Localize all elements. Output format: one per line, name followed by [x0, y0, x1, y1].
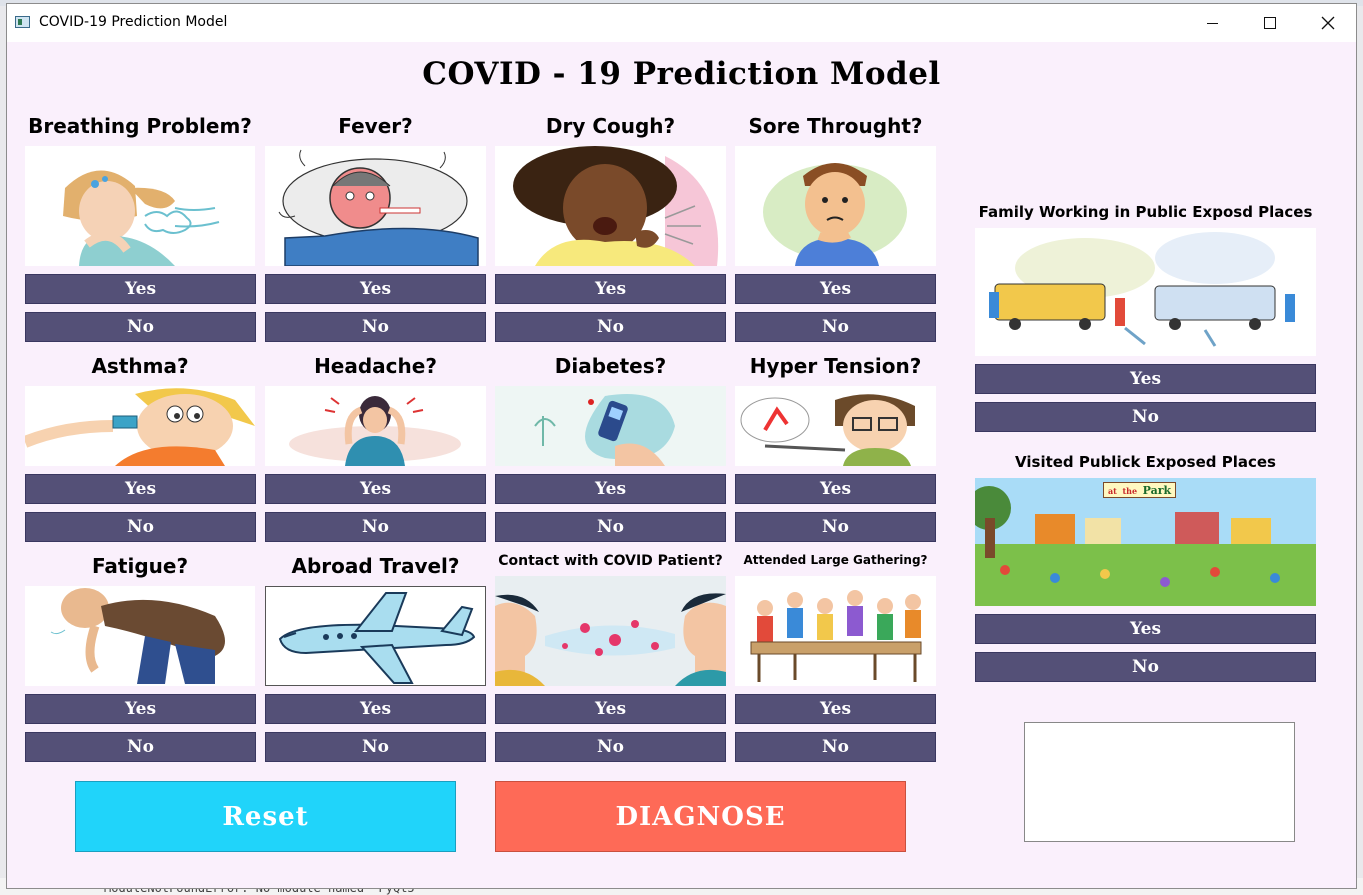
diabetes-image [495, 386, 726, 466]
sore-throat-no-button[interactable]: No [735, 312, 936, 342]
abroad-travel-question: Abroad Travel? [291, 554, 460, 578]
diabetes-no-button[interactable]: No [495, 512, 726, 542]
large-gathering-yes-button[interactable]: Yes [735, 694, 936, 724]
contact-covid-image [495, 576, 726, 686]
maximize-button[interactable] [1241, 4, 1299, 42]
headache-image [265, 386, 486, 466]
minimize-button[interactable] [1183, 4, 1241, 42]
large-gathering-question: Attended Large Gathering? [743, 553, 928, 567]
hypertension-image [735, 386, 936, 466]
headache-no-button[interactable]: No [265, 512, 486, 542]
asthma-question: Asthma? [91, 354, 189, 378]
headache-yes-button[interactable]: Yes [265, 474, 486, 504]
sore-throat-question: Sore Throught? [748, 114, 923, 138]
abroad-travel-image [265, 586, 486, 686]
headache-question: Headache? [314, 354, 437, 378]
dry-cough-question: Dry Cough? [545, 114, 676, 138]
fever-image [265, 146, 486, 266]
fever-question: Fever? [338, 114, 413, 138]
close-button[interactable] [1299, 4, 1357, 42]
dry-cough-image [495, 146, 726, 266]
park-sign: at the Park [1103, 482, 1177, 498]
abroad-travel-yes-button[interactable]: Yes [265, 694, 486, 724]
title-bar: COVID-19 Prediction Model [7, 4, 1356, 42]
fever-no-button[interactable]: No [265, 312, 486, 342]
park-sign-the: the [1122, 486, 1138, 496]
diabetes-yes-button[interactable]: Yes [495, 474, 726, 504]
fatigue-image [25, 586, 255, 686]
page-title: COVID - 19 Prediction Model [422, 56, 941, 92]
fatigue-no-button[interactable]: No [25, 732, 256, 762]
window-title: COVID-19 Prediction Model [39, 14, 228, 30]
visited-public-yes-button[interactable]: Yes [975, 614, 1316, 644]
park-sign-at: at [1108, 486, 1117, 496]
large-gathering-image [735, 576, 936, 686]
sore-throat-yes-button[interactable]: Yes [735, 274, 936, 304]
family-public-image [975, 228, 1316, 356]
maximize-icon [1264, 17, 1276, 29]
abroad-travel-no-button[interactable]: No [265, 732, 486, 762]
asthma-yes-button[interactable]: Yes [25, 474, 256, 504]
app-icon [15, 16, 30, 28]
family-public-question: Family Working in Public Exposd Places [978, 203, 1313, 221]
sore-throat-image [735, 146, 936, 266]
contact-covid-no-button[interactable]: No [495, 732, 726, 762]
app-window: COVID-19 Prediction Model COVID - 19 Pre… [6, 3, 1357, 889]
large-gathering-no-button[interactable]: No [735, 732, 936, 762]
reset-button[interactable]: Reset [75, 781, 456, 852]
family-public-no-button[interactable]: No [975, 402, 1316, 432]
breathing-question: Breathing Problem? [28, 114, 252, 138]
hypertension-no-button[interactable]: No [735, 512, 936, 542]
visited-public-question: Visited Publick Exposed Places [1015, 453, 1276, 471]
family-public-yes-button[interactable]: Yes [975, 364, 1316, 394]
asthma-image [25, 386, 255, 466]
contact-covid-question: Contact with COVID Patient? [498, 553, 723, 569]
dry-cough-yes-button[interactable]: Yes [495, 274, 726, 304]
park-sign-park: Park [1142, 484, 1172, 497]
fatigue-yes-button[interactable]: Yes [25, 694, 256, 724]
diagnose-button[interactable]: DIAGNOSE [495, 781, 906, 852]
result-box [1024, 722, 1295, 842]
fever-yes-button[interactable]: Yes [265, 274, 486, 304]
hypertension-question: Hyper Tension? [749, 354, 922, 378]
dry-cough-no-button[interactable]: No [495, 312, 726, 342]
visited-public-no-button[interactable]: No [975, 652, 1316, 682]
breathing-no-button[interactable]: No [25, 312, 256, 342]
close-icon [1321, 16, 1335, 30]
breathing-yes-button[interactable]: Yes [25, 274, 256, 304]
visited-public-image: at the Park [975, 478, 1316, 606]
fatigue-question: Fatigue? [91, 554, 189, 578]
breathing-image [25, 146, 255, 266]
minimize-icon [1206, 22, 1218, 24]
hypertension-yes-button[interactable]: Yes [735, 474, 936, 504]
contact-covid-yes-button[interactable]: Yes [495, 694, 726, 724]
asthma-no-button[interactable]: No [25, 512, 256, 542]
diabetes-question: Diabetes? [554, 354, 667, 378]
